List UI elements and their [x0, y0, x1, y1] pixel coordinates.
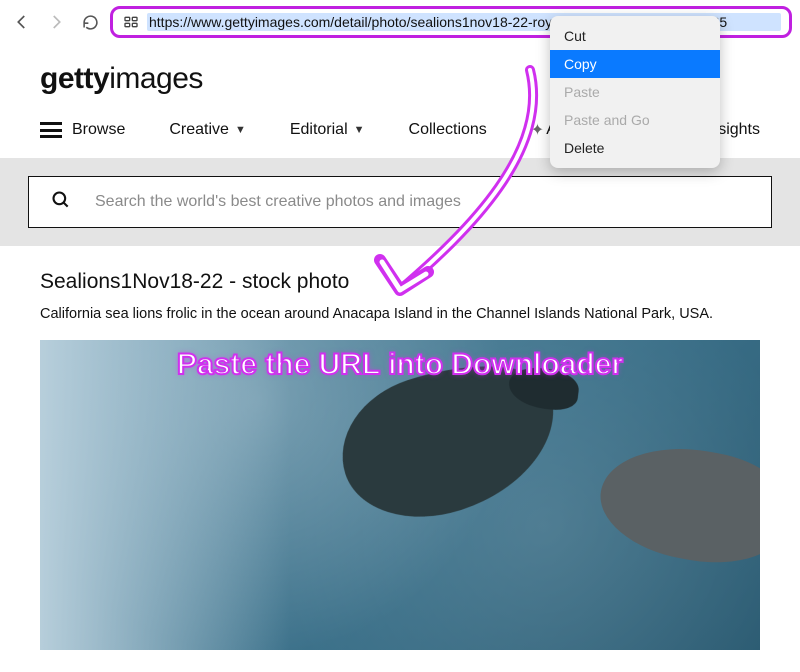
sparkle-icon: ✦ — [531, 120, 544, 140]
ctx-delete[interactable]: Delete — [550, 134, 720, 162]
page-description: California sea lions frolic in the ocean… — [40, 306, 760, 322]
chevron-down-icon: ▼ — [235, 124, 246, 136]
instruction-overlay: Paste the URL into Downloader — [40, 348, 760, 382]
search-placeholder: Search the world's best creative photos … — [95, 193, 461, 211]
context-menu: Cut Copy Paste Paste and Go Delete — [550, 16, 720, 168]
site-settings-icon[interactable] — [121, 14, 141, 30]
sealion-shape — [592, 434, 760, 575]
search-box[interactable]: Search the world's best creative photos … — [28, 176, 772, 228]
ctx-paste-and-go[interactable]: Paste and Go — [550, 106, 720, 134]
logo-bold: getty — [40, 62, 109, 95]
nav-collections[interactable]: Collections — [409, 121, 487, 139]
browse-label: Browse — [72, 121, 125, 139]
hamburger-icon — [40, 122, 62, 138]
nav-creative[interactable]: Creative▼ — [169, 121, 245, 139]
search-icon — [51, 190, 71, 215]
ctx-copy[interactable]: Copy — [550, 50, 720, 78]
hero-image: Paste the URL into Downloader — [40, 340, 760, 650]
content-area: Sealions1Nov18-22 - stock photo Californ… — [0, 246, 800, 650]
reload-button[interactable] — [76, 8, 104, 36]
back-button[interactable] — [8, 8, 36, 36]
search-strip: Search the world's best creative photos … — [0, 158, 800, 246]
page-title: Sealions1Nov18-22 - stock photo — [40, 270, 760, 294]
ctx-paste[interactable]: Paste — [550, 78, 720, 106]
nav-editorial[interactable]: Editorial▼ — [290, 121, 365, 139]
logo-light: images — [109, 62, 203, 95]
chevron-down-icon: ▼ — [354, 124, 365, 136]
ctx-cut[interactable]: Cut — [550, 22, 720, 50]
browse-menu[interactable]: Browse — [40, 121, 125, 139]
forward-button[interactable] — [42, 8, 70, 36]
site-logo[interactable]: gettyimages — [40, 62, 203, 95]
